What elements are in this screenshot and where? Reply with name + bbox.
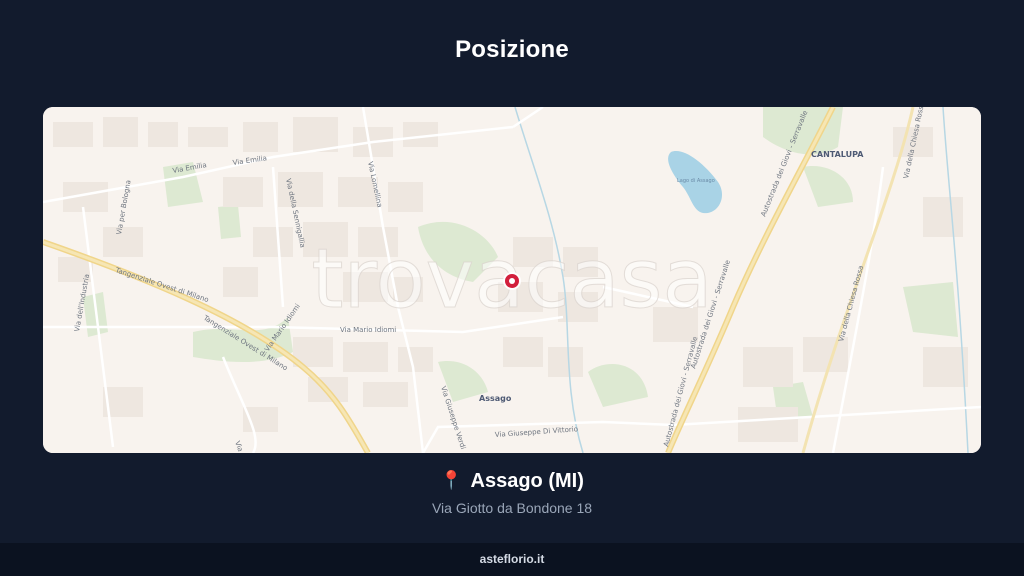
page-title: Posizione — [455, 36, 569, 63]
place-label-lago: Lago di Assago — [677, 178, 715, 184]
map-marker-icon[interactable] — [503, 272, 521, 290]
place-label-cantalupa: CANTALUPA — [811, 150, 864, 159]
place-label-assago: Assago — [479, 394, 512, 403]
map-view[interactable]: trovacasa Via Emilia Via Emilia Via Lome… — [43, 107, 981, 453]
pin-icon: 📍 — [440, 470, 463, 490]
location-city: Assago (MI) — [470, 470, 584, 492]
location-heading: 📍 Assago (MI) — [0, 470, 1024, 493]
location-address: Via Giotto da Bondone 18 — [431, 500, 593, 516]
street-label: Via Mario Idiomi — [340, 326, 396, 334]
footer-brand: asteflorio.it — [479, 552, 545, 566]
map-canvas[interactable]: trovacasa Via Emilia Via Emilia Via Lome… — [43, 107, 981, 453]
footer-bar: asteflorio.it — [0, 543, 1024, 576]
